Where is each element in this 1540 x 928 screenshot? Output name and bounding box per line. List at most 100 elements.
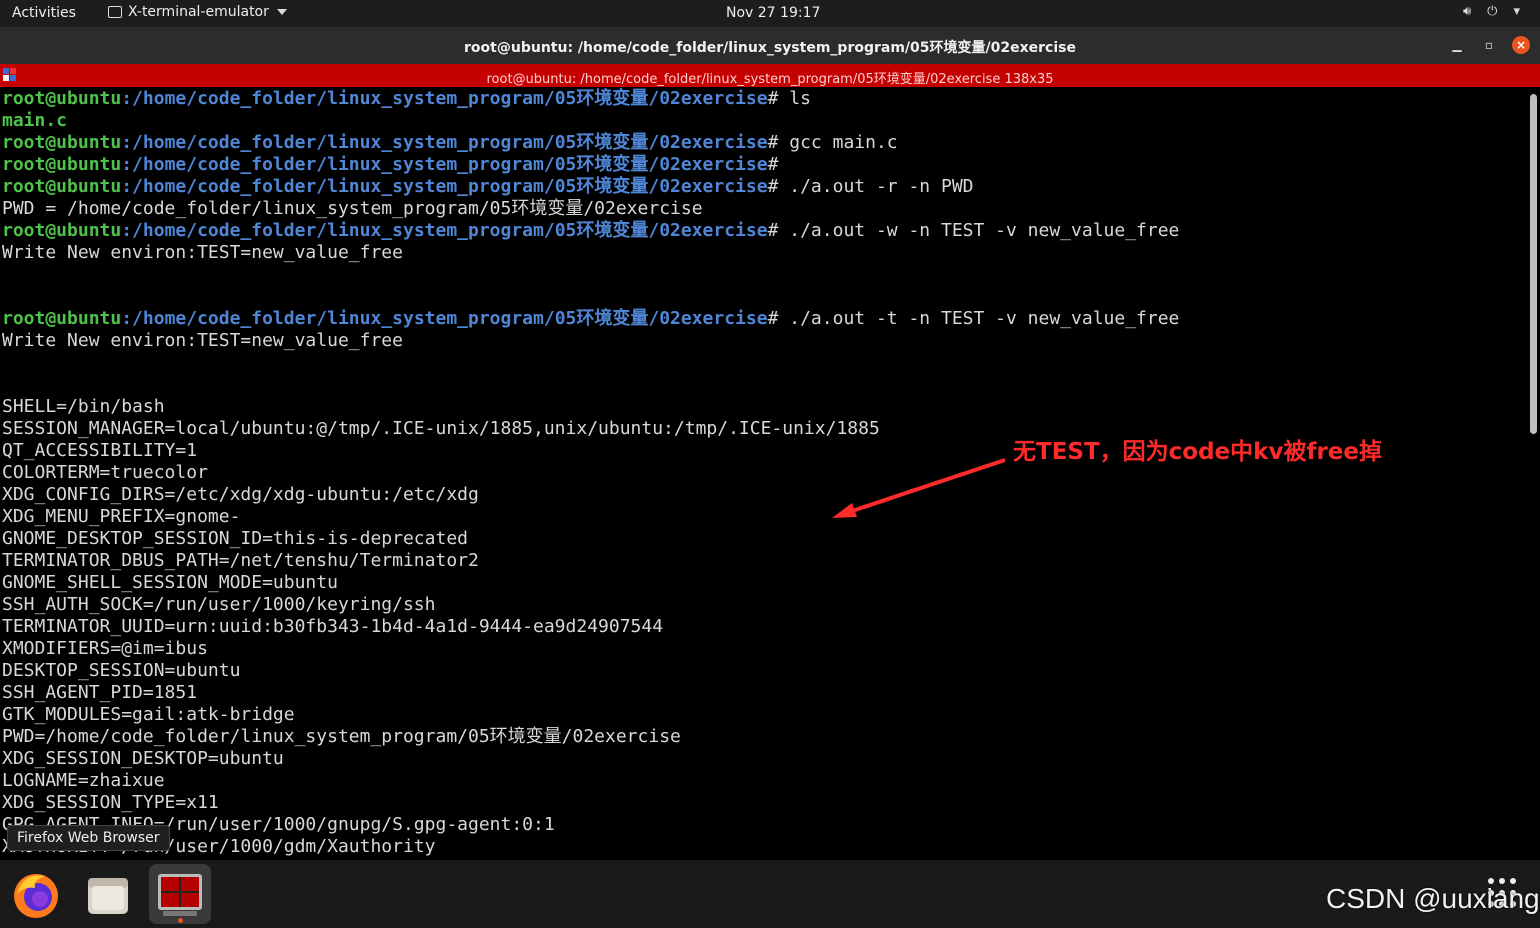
close-icon[interactable]: × — [1512, 36, 1530, 54]
volume-icon[interactable]: 🔊︎ — [1463, 4, 1471, 19]
terminal-output-line: TERMINATOR_UUID=urn:uuid:b30fb343-1b4d-4… — [0, 616, 1527, 638]
tray-chevron-down-icon[interactable]: ▾ — [1513, 4, 1520, 19]
terminal-output-line: GPG_AGENT_INFO=/run/user/1000/gnupg/S.gp… — [0, 814, 1527, 836]
command-text: ./a.out -r -n PWD — [778, 176, 974, 197]
system-tray[interactable]: 🔊︎ ⏻ ▾ — [1463, 4, 1520, 19]
terminal-output-line: GNOME_DESKTOP_SESSION_ID=this-is-depreca… — [0, 528, 1527, 550]
output-text: XDG_SESSION_DESKTOP=ubuntu — [2, 748, 284, 769]
terminator-icon — [158, 874, 202, 916]
output-text: GNOME_DESKTOP_SESSION_ID=this-is-depreca… — [2, 528, 468, 549]
maximize-icon[interactable]: ▫ — [1480, 36, 1498, 54]
terminal-output-line: PWD = /home/code_folder/linux_system_pro… — [0, 198, 1527, 220]
watermark: CSDN @uuxiang — [1326, 883, 1540, 914]
terminal-output-line: XDG_MENU_PREFIX=gnome- — [0, 506, 1527, 528]
prompt-path: :/home/code_folder/linux_system_program/… — [121, 308, 768, 329]
prompt-user: root@ubuntu — [2, 154, 122, 175]
output-text: SSH_AUTH_SOCK=/run/user/1000/keyring/ssh — [2, 594, 436, 615]
output-text: TERMINATOR_UUID=urn:uuid:b30fb343-1b4d-4… — [2, 616, 664, 637]
prompt-suffix: # — [767, 176, 779, 197]
prompt-user: root@ubuntu — [2, 308, 122, 329]
output-text: QT_ACCESSIBILITY=1 — [2, 440, 198, 461]
output-text: XDG_CONFIG_DIRS=/etc/xdg/xdg-ubuntu:/etc… — [2, 484, 479, 505]
clock[interactable]: Nov 27 19:17 — [726, 5, 820, 21]
prompt-suffix: # — [767, 88, 779, 109]
terminal-output-line: SSH_AGENT_PID=1851 — [0, 682, 1527, 704]
terminal-app-icon — [108, 6, 122, 18]
power-icon[interactable]: ⏻ — [1487, 4, 1497, 19]
terminal-output-line: SSH_AUTH_SOCK=/run/user/1000/keyring/ssh — [0, 594, 1527, 616]
prompt-user: root@ubuntu — [2, 176, 122, 197]
annotation-text: 无TEST，因为code中kv被free掉 — [1013, 439, 1382, 465]
window-title: root@ubuntu: /home/code_folder/linux_sys… — [464, 40, 1076, 56]
prompt-path: :/home/code_folder/linux_system_program/… — [121, 154, 768, 175]
terminal-prompt-line: root@ubuntu:/home/code_folder/linux_syst… — [0, 308, 1527, 330]
output-text: Write New environ:TEST=new_value_free — [2, 242, 403, 263]
terminal-prompt-line: root@ubuntu:/home/code_folder/linux_syst… — [0, 88, 1527, 110]
terminal-output-line: Write New environ:TEST=new_value_free — [0, 330, 1527, 352]
terminal-output-line: SHELL=/bin/bash — [0, 396, 1527, 418]
prompt-suffix: # — [767, 132, 779, 153]
dock-files[interactable] — [77, 864, 139, 924]
output-text: LOGNAME=zhaixue — [2, 770, 165, 791]
terminal-output-line: Write New environ:TEST=new_value_free — [0, 242, 1527, 264]
window-titlebar[interactable]: root@ubuntu: /home/code_folder/linux_sys… — [0, 27, 1540, 64]
terminal-output-line: XAUTHORITY=/run/user/1000/gdm/Xauthority — [0, 836, 1527, 858]
running-indicator — [178, 918, 183, 923]
dock — [0, 860, 1540, 928]
firefox-icon — [14, 874, 58, 918]
activities-button[interactable]: Activities — [12, 5, 76, 21]
output-text: COLORTERM=truecolor — [2, 462, 208, 483]
output-text: SHELL=/bin/bash — [2, 396, 165, 417]
prompt-suffix: # — [767, 308, 779, 329]
output-text: SESSION_MANAGER=local/ubuntu:@/tmp/.ICE-… — [2, 418, 880, 439]
prompt-path: :/home/code_folder/linux_system_program/… — [121, 88, 768, 109]
prompt-user: root@ubuntu — [2, 88, 122, 109]
output-text: GTK_MODULES=gail:atk-bridge — [2, 704, 295, 725]
terminal-output-line: main.c — [0, 110, 1527, 132]
terminal-output-line: GTK_MODULES=gail:atk-bridge — [0, 704, 1527, 726]
dock-terminator[interactable] — [149, 864, 211, 924]
output-text: XDG_SESSION_TYPE=x11 — [2, 792, 219, 813]
prompt-path: :/home/code_folder/linux_system_program/… — [121, 132, 768, 153]
scrollbar-thumb[interactable] — [1530, 94, 1537, 434]
output-text: TERMINATOR_DBUS_PATH=/net/tenshu/Termina… — [2, 550, 479, 571]
app-menu[interactable]: X-terminal-emulator — [108, 4, 287, 20]
terminal-output-line: XDG_SESSION_DESKTOP=ubuntu — [0, 748, 1527, 770]
command-text: ls — [778, 88, 811, 109]
prompt-user: root@ubuntu — [2, 220, 122, 241]
top-bar: Activities X-terminal-emulator Nov 27 19… — [0, 0, 1540, 27]
output-text: SSH_AGENT_PID=1851 — [2, 682, 198, 703]
output-text: XDG_MENU_PREFIX=gnome- — [2, 506, 241, 527]
terminal-scrollbar[interactable] — [1527, 88, 1540, 860]
dock-tooltip: Firefox Web Browser — [7, 825, 170, 851]
terminal-prompt-line: root@ubuntu:/home/code_folder/linux_syst… — [0, 154, 1527, 176]
dock-firefox[interactable] — [5, 864, 67, 924]
output-text: main.c — [2, 110, 68, 131]
terminal-output[interactable]: root@ubuntu:/home/code_folder/linux_syst… — [0, 88, 1527, 860]
prompt-suffix: # — [767, 154, 779, 175]
command-text: gcc main.c — [778, 132, 898, 153]
terminal-output-line: PWD=/home/code_folder/linux_system_progr… — [0, 726, 1527, 748]
app-menu-label: X-terminal-emulator — [128, 4, 269, 20]
chevron-down-icon — [276, 9, 287, 15]
terminal-prompt-line: root@ubuntu:/home/code_folder/linux_syst… — [0, 132, 1527, 154]
minimize-icon[interactable]: ▁ — [1448, 36, 1466, 54]
output-text: PWD=/home/code_folder/linux_system_progr… — [2, 726, 681, 747]
terminal-output-line: XDG_CONFIG_DIRS=/etc/xdg/xdg-ubuntu:/etc… — [0, 484, 1527, 506]
files-icon — [88, 878, 128, 914]
terminator-titlebar[interactable]: root@ubuntu: /home/code_folder/linux_sys… — [0, 64, 1540, 87]
terminal-output-line: DESKTOP_SESSION=ubuntu — [0, 660, 1527, 682]
terminal-output-line: XMODIFIERS=@im=ibus — [0, 638, 1527, 660]
prompt-user: root@ubuntu — [2, 132, 122, 153]
terminal-prompt-line: root@ubuntu:/home/code_folder/linux_syst… — [0, 220, 1527, 242]
terminal-output-line: XDG_SESSION_TYPE=x11 — [0, 792, 1527, 814]
terminator-title: root@ubuntu: /home/code_folder/linux_sys… — [486, 72, 1054, 87]
output-text: GNOME_SHELL_SESSION_MODE=ubuntu — [2, 572, 338, 593]
prompt-suffix: # — [767, 220, 779, 241]
terminal-output-line: TERMINATOR_DBUS_PATH=/net/tenshu/Termina… — [0, 550, 1527, 572]
command-text: ./a.out -w -n TEST -v new_value_free — [778, 220, 1180, 241]
